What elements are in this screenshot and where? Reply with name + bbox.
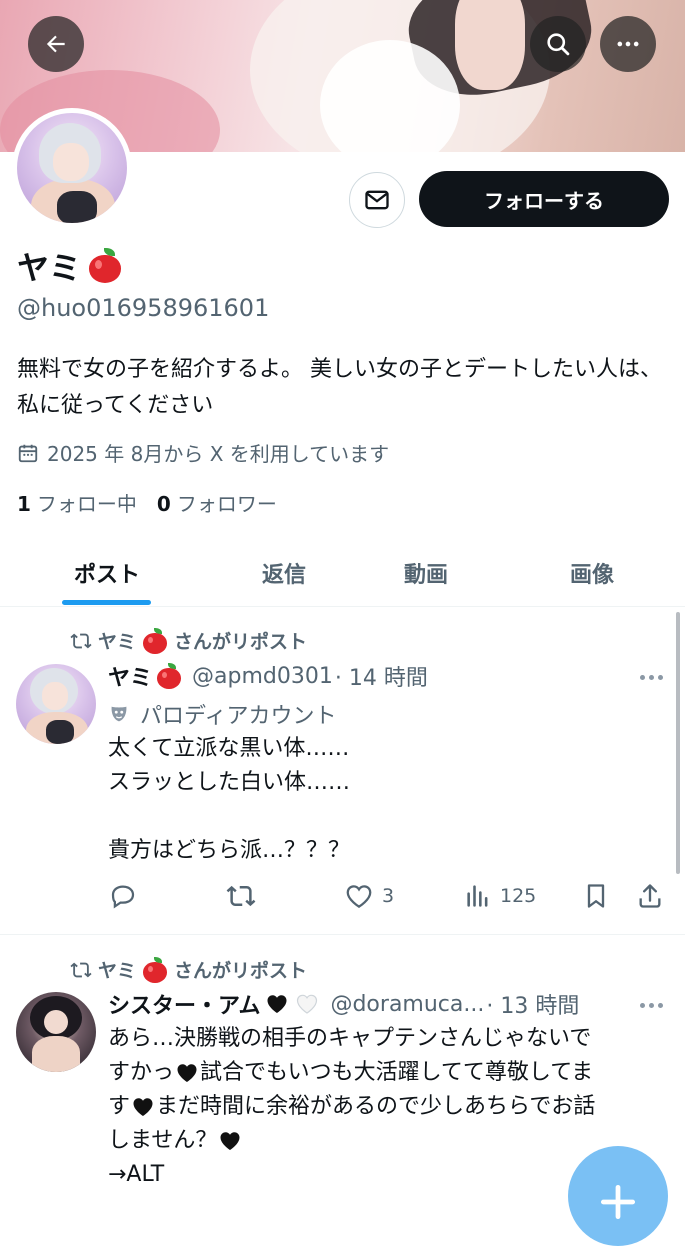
author-name: ヤミ	[108, 666, 153, 691]
active-tab-indicator	[62, 600, 151, 605]
joined-text: 2025 年 8月から X を利用しています	[47, 442, 390, 466]
followers-label: フォロワー	[176, 492, 277, 516]
mail-icon	[365, 190, 389, 210]
profile-tabs: ポスト 返信 動画 画像	[0, 540, 685, 607]
repost-suffix: さんがリポスト	[174, 631, 308, 653]
post-header: シスター・アム @doramuca... · 13 時間	[108, 988, 579, 1020]
repost-icon	[70, 633, 92, 648]
views-button[interactable]: 125	[464, 876, 536, 916]
share-icon	[639, 884, 661, 908]
post-actions: 3 125	[0, 876, 685, 916]
repost-icon	[226, 885, 256, 907]
post-header: ヤミ @apmd0301 · 14 時間	[108, 660, 428, 692]
black-heart-emoji-icon	[133, 1098, 153, 1116]
apple-emoji-icon	[142, 627, 168, 654]
author-name: シスター・アム	[108, 994, 261, 1019]
repost-indicator: ヤミ さんがリポスト	[70, 627, 307, 654]
parody-label: パロディアカウント	[108, 698, 336, 730]
apple-emoji-icon	[87, 248, 123, 284]
post-text-segment: すかっ	[108, 1060, 175, 1085]
profile-name: ヤミ	[17, 243, 123, 289]
post-avatar[interactable]	[16, 664, 96, 744]
mask-icon	[111, 706, 127, 722]
post-text-line: すまだ時間に余裕があるので少しあちらでお話	[108, 1090, 668, 1124]
share-button[interactable]	[636, 876, 664, 916]
post-text: 太くて立派な黒い体…… スラッと­した白い体…… 貴方はどちら派…？？？	[108, 736, 351, 863]
post-time[interactable]: · 14 時間	[335, 660, 428, 692]
following-link[interactable]: 1 フォロー中	[17, 488, 137, 517]
profile-avatar[interactable]	[12, 108, 132, 228]
repost-button[interactable]	[226, 876, 256, 916]
tab-images[interactable]: 画像	[542, 540, 642, 606]
black-heart-emoji-icon	[177, 1064, 197, 1082]
tab-videos[interactable]: 動画	[376, 540, 476, 606]
follow-counts: 1 フォロー中 0 フォロワー	[17, 488, 277, 517]
repost-user[interactable]: ヤミ	[98, 956, 136, 983]
white-heart-emoji-icon	[297, 994, 318, 1014]
heart-icon	[346, 885, 372, 908]
reply-button[interactable]	[108, 876, 138, 916]
parody-text: パロディアカウント	[140, 704, 337, 729]
search-button[interactable]	[530, 16, 586, 72]
black-heart-emoji-icon	[267, 995, 287, 1013]
like-count: 3	[382, 885, 395, 907]
scrollbar[interactable]	[676, 612, 680, 874]
following-count: 1	[17, 492, 31, 516]
followers-count: 0	[156, 492, 171, 516]
profile-handle: @huo016958961601	[17, 294, 270, 322]
repost-icon	[70, 962, 92, 977]
post-text-segment: しません？	[108, 1128, 218, 1153]
joined-date: 2025 年 8月から X を利用しています	[17, 438, 389, 467]
apple-emoji-icon	[156, 663, 182, 689]
post-text-line: しません？	[108, 1124, 668, 1158]
arrow-left-icon	[46, 35, 65, 53]
profile-bio: 無料で女の子を紹介するよ。 美しい女の子とデートしたい人は、私に従ってください	[17, 357, 662, 418]
post-time[interactable]: · 13 時間	[486, 988, 579, 1020]
view-count: 125	[500, 885, 537, 907]
repost-indicator: ヤミ さんがリポスト	[70, 956, 307, 983]
message-button[interactable]	[349, 172, 405, 228]
post-more-button[interactable]	[640, 1003, 663, 1008]
bookmark-icon	[587, 884, 605, 908]
post-handle[interactable]: @doramuca...	[330, 992, 484, 1017]
post-author[interactable]: ヤミ	[108, 660, 182, 692]
follow-button[interactable]: フォローする	[419, 171, 669, 227]
display-name: ヤミ	[17, 249, 82, 287]
post-more-button[interactable]	[640, 675, 663, 680]
analytics-icon	[467, 885, 488, 907]
post-divider	[0, 934, 685, 935]
followers-link[interactable]: 0 フォロワー	[157, 488, 277, 517]
reply-icon	[111, 885, 135, 909]
black-heart-emoji-icon	[220, 1132, 240, 1150]
compose-button[interactable]	[568, 1146, 668, 1246]
more-button[interactable]	[600, 16, 656, 72]
post-handle[interactable]: @apmd0301	[192, 664, 333, 689]
post-text-segment: 試合でもいつも大活躍してて尊敬してま	[200, 1060, 594, 1085]
post-text-line: すかっ 試合でもいつも大活躍してて尊敬してま	[108, 1056, 668, 1090]
back-button[interactable]	[28, 16, 84, 72]
post-text-segment: す	[108, 1094, 131, 1119]
repost-user[interactable]: ヤミ	[98, 627, 136, 654]
repost-suffix: さんがリポスト	[174, 960, 308, 982]
like-button[interactable]: 3	[344, 876, 394, 916]
post-text-line: あら…決勝戦の相手のキャプテンさんじゃないで	[108, 1026, 592, 1051]
more-horizontal-icon	[617, 41, 639, 47]
following-label: フォロー中	[36, 492, 137, 516]
search-icon	[547, 33, 570, 56]
post-avatar[interactable]	[16, 992, 96, 1072]
tab-replies[interactable]: 返信	[234, 540, 334, 606]
bookmark-button[interactable]	[582, 876, 610, 916]
tab-posts[interactable]: ポスト	[52, 540, 162, 606]
post-author[interactable]: シスター・アム	[108, 988, 320, 1020]
apple-emoji-icon	[142, 956, 168, 983]
calendar-icon	[18, 444, 38, 462]
post-text-segment: まだ時間に余裕があるので少しあちらでお話	[156, 1094, 596, 1119]
plus-icon	[600, 1184, 636, 1220]
